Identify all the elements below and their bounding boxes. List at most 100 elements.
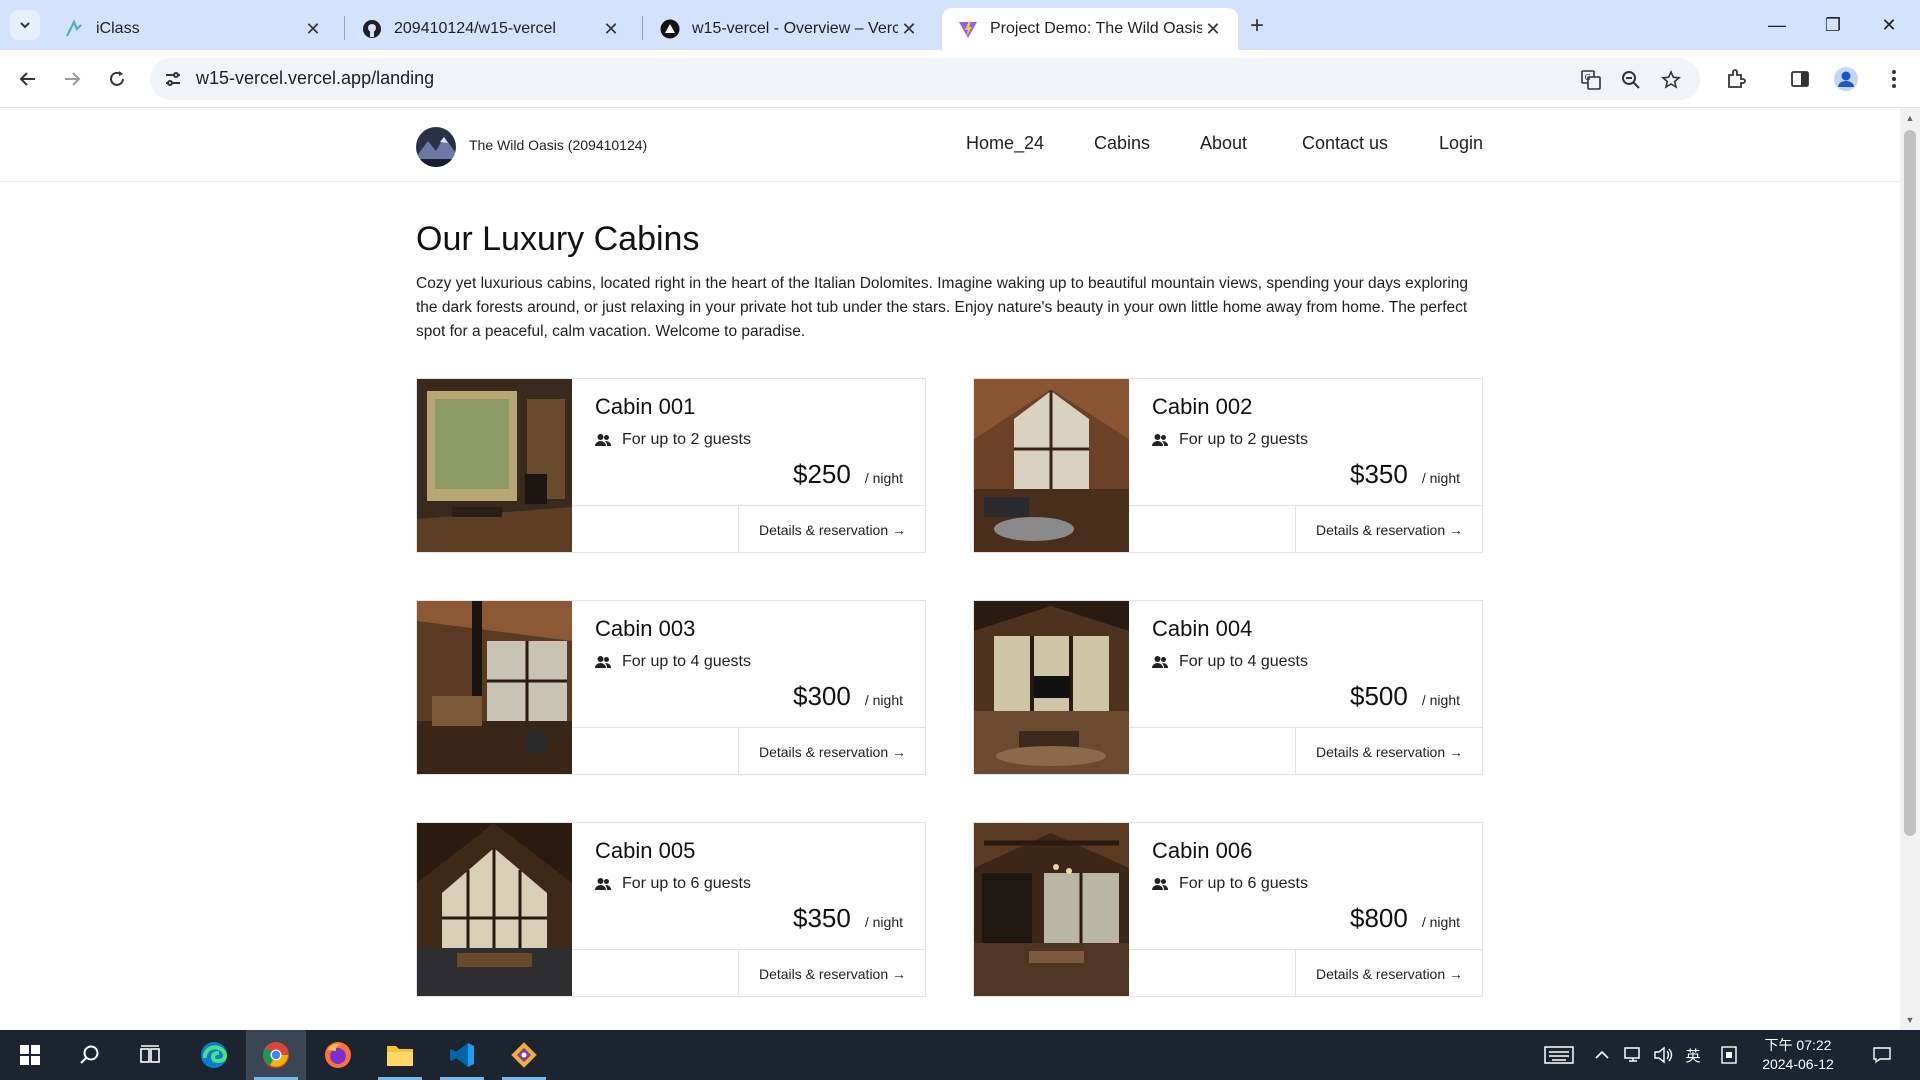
forward-button[interactable] (56, 63, 88, 95)
close-tab-icon[interactable]: ✕ (898, 18, 920, 40)
cabin-card: Cabin 003 For up to 4 guests $300 / nigh… (416, 600, 926, 775)
users-icon (595, 432, 611, 448)
cabin-photo (417, 379, 572, 552)
cabin-capacity: For up to 6 guests (1152, 875, 1308, 893)
nav-contact[interactable]: Contact us (1302, 133, 1388, 154)
details-reservation-button[interactable]: Details & reservation → (738, 728, 926, 775)
details-reservation-button[interactable]: Details & reservation → (738, 506, 926, 553)
side-panel-icon[interactable] (1784, 63, 1816, 95)
ime-keyboard-icon[interactable] (1540, 1030, 1578, 1080)
ime-language-indicator[interactable]: 英 (1680, 1030, 1706, 1080)
minimize-button[interactable]: — (1749, 0, 1805, 50)
cabin-price: $500 / night (1350, 681, 1460, 712)
price-unit: / night (1421, 692, 1460, 708)
cabin-name: Cabin 001 (595, 394, 696, 419)
close-tab-icon[interactable]: ✕ (600, 18, 622, 40)
taskbar-git[interactable] (494, 1030, 554, 1080)
address-bar[interactable]: w15-vercel.vercel.app/landing G (150, 58, 1700, 100)
new-tab-button[interactable]: + (1243, 12, 1271, 40)
profile-avatar-icon[interactable] (1830, 63, 1862, 95)
nav-home[interactable]: Home_24 (966, 133, 1044, 154)
details-reservation-button[interactable]: Details & reservation → (1295, 950, 1483, 997)
tab-project-demo[interactable]: Project Demo: The Wild Oasis ✕ (942, 8, 1238, 50)
cabin-capacity: For up to 2 guests (595, 431, 751, 449)
cabin-photo (974, 379, 1129, 552)
cabin-name: Cabin 003 (595, 616, 696, 641)
reload-button[interactable] (101, 63, 133, 95)
close-tab-icon[interactable]: ✕ (302, 18, 324, 40)
users-icon (1152, 432, 1168, 448)
task-view-button[interactable] (120, 1030, 180, 1080)
nav-about[interactable]: About (1200, 133, 1247, 154)
card-footer: Details & reservation → (572, 949, 926, 997)
nav-login[interactable]: Login (1439, 133, 1483, 154)
tab-search-button[interactable] (10, 10, 40, 40)
reload-icon (110, 71, 124, 86)
back-button[interactable] (12, 63, 44, 95)
site-settings-icon[interactable] (160, 66, 186, 92)
windows-taskbar: 英 下午 07:22 2024-06-12 (0, 1030, 1920, 1080)
vercel-icon (660, 19, 680, 39)
card-footer: Details & reservation → (1129, 949, 1483, 997)
users-icon (595, 876, 611, 892)
cabin-photo (417, 601, 572, 774)
browser-tab-strip: iClass ✕ 209410124/w15-vercel ✕ w15-verc… (0, 0, 1920, 50)
taskbar-edge[interactable] (184, 1030, 244, 1080)
details-reservation-button[interactable]: Details & reservation → (1295, 728, 1483, 775)
site-brand-name[interactable]: The Wild Oasis (209410124) (469, 137, 647, 153)
tab-vercel[interactable]: w15-vercel - Overview – Vercel ✕ (644, 8, 934, 50)
scrollbar-thumb[interactable] (1904, 130, 1916, 836)
more-menu-icon[interactable] (1878, 63, 1910, 95)
ime-mode-icon[interactable] (1716, 1030, 1742, 1080)
page-viewport: The Wild Oasis (209410124) Home_24 Cabin… (0, 108, 1900, 1030)
cabin-capacity: For up to 6 guests (595, 875, 751, 893)
taskbar-search-button[interactable] (60, 1030, 120, 1080)
url-text: w15-vercel.vercel.app/landing (196, 68, 435, 88)
cabin-capacity-text: For up to 6 guests (622, 875, 751, 892)
start-button[interactable] (0, 1030, 60, 1080)
taskbar-vscode[interactable] (432, 1030, 492, 1080)
tab-title: iClass (96, 20, 140, 37)
network-icon[interactable] (1620, 1030, 1646, 1080)
page-scrollbar[interactable]: ▲ ▼ (1900, 108, 1920, 1030)
volume-icon[interactable] (1650, 1030, 1676, 1080)
cabin-price: $800 / night (1350, 903, 1460, 934)
intro-paragraph: Cozy yet luxurious cabins, located right… (416, 275, 1469, 340)
site-logo[interactable] (416, 127, 456, 167)
scroll-down-arrow-icon[interactable]: ▼ (1905, 1015, 1915, 1025)
vscode-icon (450, 1043, 474, 1067)
tab-github[interactable]: 209410124/w15-vercel ✕ (346, 8, 636, 50)
details-reservation-button[interactable]: Details & reservation → (738, 950, 926, 997)
tab-iclass[interactable]: iClass ✕ (48, 8, 338, 50)
taskbar-clock[interactable]: 下午 07:22 2024-06-12 (1760, 1036, 1836, 1074)
bookmark-star-icon[interactable] (1658, 67, 1684, 93)
cabin-card: Cabin 002 For up to 2 guests $350 / nigh… (973, 378, 1483, 553)
taskbar-chrome[interactable] (246, 1030, 306, 1080)
show-hidden-icons-chevron-icon[interactable] (1590, 1030, 1614, 1080)
restore-button[interactable]: ❐ (1805, 0, 1861, 50)
taskbar-firefox[interactable] (308, 1030, 368, 1080)
cabin-name: Cabin 006 (1152, 838, 1253, 863)
card-footer: Details & reservation → (1129, 727, 1483, 775)
zoom-icon[interactable] (1618, 67, 1644, 93)
notification-center-icon[interactable] (1864, 1030, 1900, 1080)
price-amount: $350 (793, 903, 851, 933)
extensions-icon[interactable] (1720, 63, 1752, 95)
cabin-price: $350 / night (793, 903, 903, 934)
cabin-name: Cabin 004 (1152, 616, 1253, 641)
scroll-up-arrow-icon[interactable]: ▲ (1905, 113, 1915, 123)
cabin-name: Cabin 002 (1152, 394, 1253, 419)
cabin-capacity: For up to 2 guests (1152, 431, 1308, 449)
price-amount: $300 (793, 681, 851, 711)
price-unit: / night (1421, 914, 1460, 930)
price-amount: $350 (1350, 459, 1408, 489)
price-unit: / night (864, 914, 903, 930)
tab-separator (642, 16, 643, 40)
translate-icon[interactable]: G (1578, 67, 1604, 93)
nav-cabins[interactable]: Cabins (1094, 133, 1150, 154)
details-reservation-button[interactable]: Details & reservation → (1295, 506, 1483, 553)
close-tab-icon[interactable]: ✕ (1202, 18, 1224, 40)
price-amount: $800 (1350, 903, 1408, 933)
taskbar-file-explorer[interactable] (370, 1030, 430, 1080)
window-close-button[interactable]: ✕ (1861, 0, 1917, 50)
